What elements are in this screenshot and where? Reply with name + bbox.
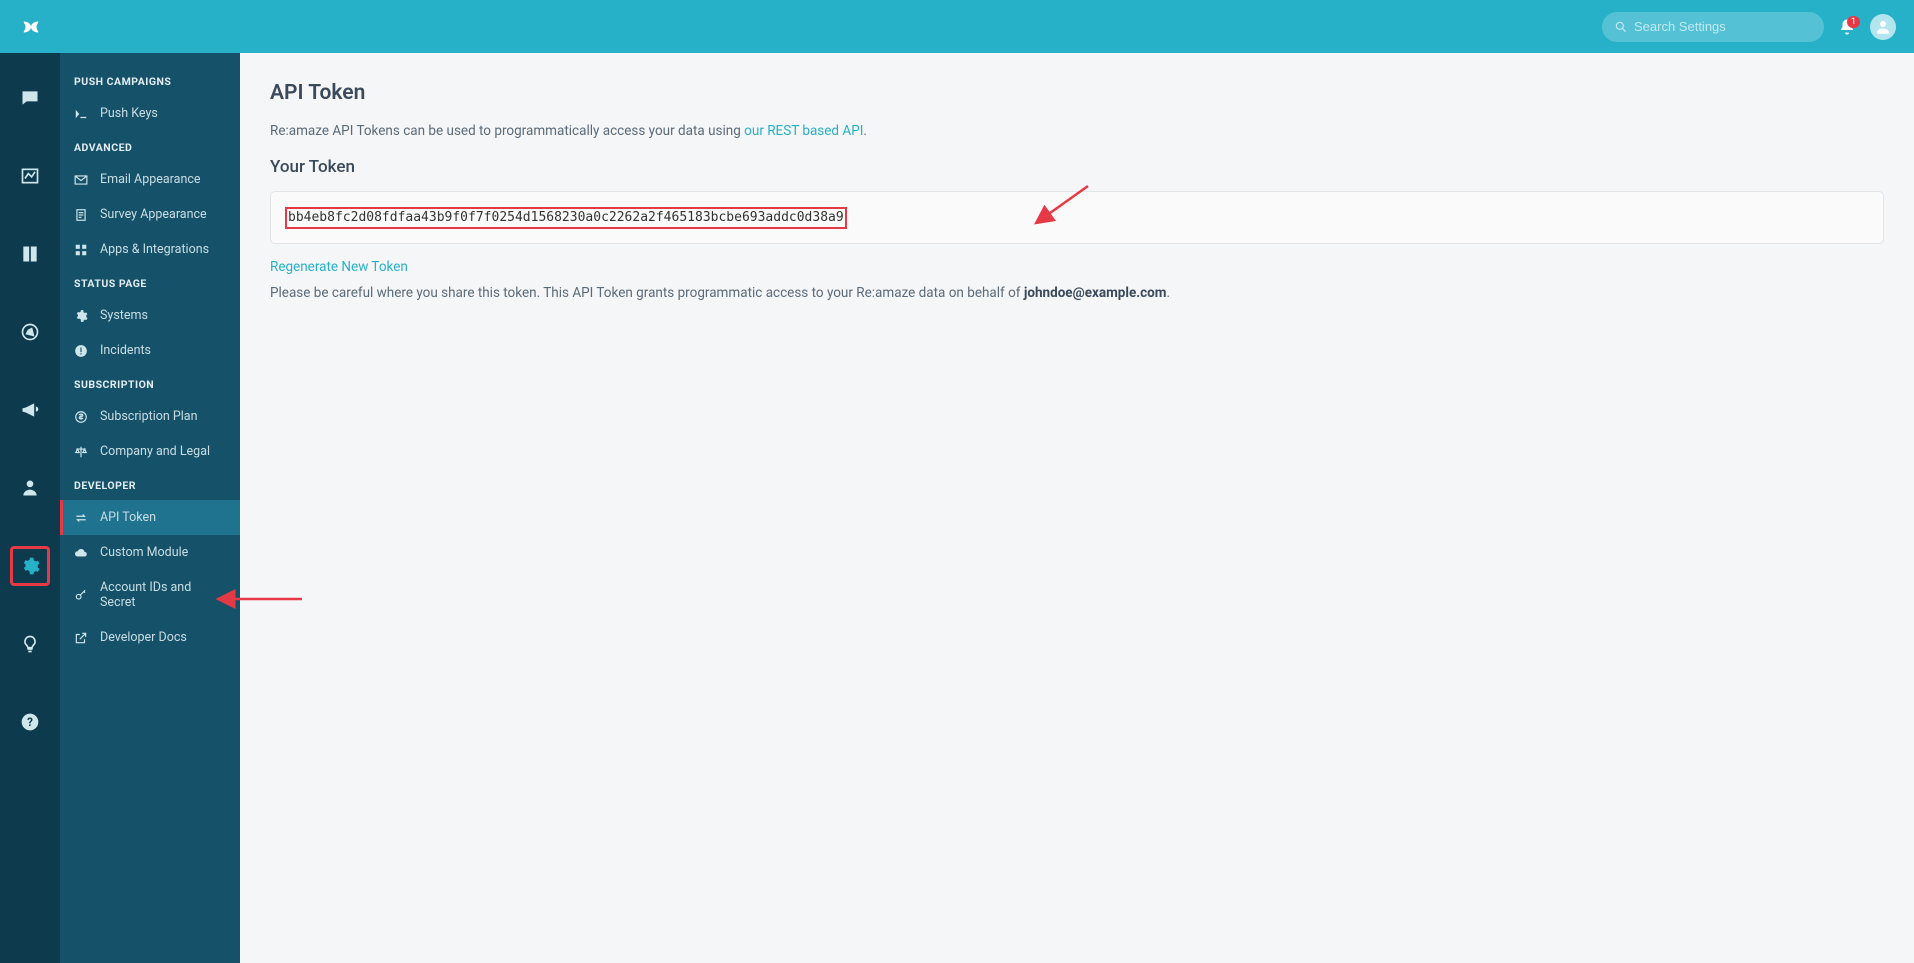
sidebar-item-label: Custom Module bbox=[100, 545, 188, 560]
token-box: bb4eb8fc2d08fdfaa43b9f0f7f0254d1568230a0… bbox=[270, 191, 1884, 244]
sidebar-item-label: Push Keys bbox=[100, 106, 158, 121]
user-email: johndoe@example.com bbox=[1024, 285, 1167, 301]
app-header: 1 bbox=[0, 0, 1914, 53]
sidebar-section-advanced: ADVANCED bbox=[60, 131, 240, 162]
search-icon bbox=[1614, 20, 1628, 34]
regenerate-token-link[interactable]: Regenerate New Token bbox=[270, 259, 408, 275]
external-link-icon bbox=[74, 631, 88, 645]
mail-icon bbox=[74, 173, 88, 187]
cloud-icon bbox=[74, 546, 88, 560]
notification-badge: 1 bbox=[1847, 16, 1860, 28]
grid-icon bbox=[74, 243, 88, 257]
main-content: API Token Re:amaze API Tokens can be use… bbox=[240, 53, 1914, 963]
logo-icon bbox=[20, 16, 42, 38]
rail-help[interactable]: ? bbox=[10, 702, 50, 742]
rail-analytics[interactable] bbox=[10, 156, 50, 196]
search-box[interactable] bbox=[1602, 12, 1824, 42]
sidebar-item-label: Survey Appearance bbox=[100, 207, 207, 222]
sidebar-item-label: API Token bbox=[100, 510, 156, 525]
search-input[interactable] bbox=[1634, 19, 1804, 34]
rail-chat[interactable] bbox=[10, 78, 50, 118]
sidebar-item-label: Incidents bbox=[100, 343, 151, 358]
nav-rail: ? bbox=[0, 53, 60, 963]
terminal-icon bbox=[74, 107, 88, 121]
sidebar-section-status: STATUS PAGE bbox=[60, 267, 240, 298]
sidebar-item-incidents[interactable]: Incidents bbox=[60, 333, 240, 368]
settings-sidebar: PUSH CAMPAIGNS Push Keys ADVANCED Email … bbox=[60, 53, 240, 963]
notifications-button[interactable]: 1 bbox=[1838, 18, 1856, 36]
page-title: API Token bbox=[270, 81, 1884, 105]
sidebar-item-apps-integrations[interactable]: Apps & Integrations bbox=[60, 232, 240, 267]
rail-users[interactable] bbox=[10, 468, 50, 508]
scale-icon bbox=[74, 445, 88, 459]
sidebar-item-label: Email Appearance bbox=[100, 172, 201, 187]
rail-browse[interactable] bbox=[10, 312, 50, 352]
sidebar-item-push-keys[interactable]: Push Keys bbox=[60, 96, 240, 131]
sidebar-item-company-legal[interactable]: Company and Legal bbox=[60, 434, 240, 469]
sidebar-item-subscription-plan[interactable]: Subscription Plan bbox=[60, 399, 240, 434]
sidebar-item-label: Developer Docs bbox=[100, 630, 187, 645]
sidebar-item-email-appearance[interactable]: Email Appearance bbox=[60, 162, 240, 197]
sidebar-section-developer: DEVELOPER bbox=[60, 469, 240, 500]
your-token-heading: Your Token bbox=[270, 157, 1884, 177]
sidebar-item-label: Systems bbox=[100, 308, 148, 323]
sidebar-section-subscription: SUBSCRIPTION bbox=[60, 368, 240, 399]
rail-tips[interactable] bbox=[10, 624, 50, 664]
api-docs-link[interactable]: our REST based API bbox=[744, 123, 863, 139]
sidebar-item-custom-module[interactable]: Custom Module bbox=[60, 535, 240, 570]
rail-knowledge[interactable] bbox=[10, 234, 50, 274]
svg-text:?: ? bbox=[27, 715, 33, 729]
token-warning: Please be careful where you share this t… bbox=[270, 285, 1884, 301]
sidebar-item-api-token[interactable]: API Token bbox=[60, 500, 240, 535]
page-description: Re:amaze API Tokens can be used to progr… bbox=[270, 123, 1884, 139]
sidebar-item-label: Apps & Integrations bbox=[100, 242, 209, 257]
alert-icon bbox=[74, 344, 88, 358]
sidebar-section-push: PUSH CAMPAIGNS bbox=[60, 65, 240, 96]
clipboard-icon bbox=[74, 208, 88, 222]
sidebar-item-systems[interactable]: Systems bbox=[60, 298, 240, 333]
sidebar-item-label: Company and Legal bbox=[100, 444, 210, 459]
sidebar-item-label: Account IDs and Secret bbox=[100, 580, 226, 610]
gear-icon bbox=[74, 309, 88, 323]
swap-icon bbox=[74, 511, 88, 525]
rail-campaigns[interactable] bbox=[10, 390, 50, 430]
dollar-icon bbox=[74, 410, 88, 424]
key-icon bbox=[74, 588, 88, 602]
sidebar-item-survey-appearance[interactable]: Survey Appearance bbox=[60, 197, 240, 232]
sidebar-item-account-ids[interactable]: Account IDs and Secret bbox=[60, 570, 240, 620]
token-value[interactable]: bb4eb8fc2d08fdfaa43b9f0f7f0254d1568230a0… bbox=[285, 207, 847, 229]
sidebar-item-developer-docs[interactable]: Developer Docs bbox=[60, 620, 240, 655]
rail-settings[interactable] bbox=[10, 546, 50, 586]
sidebar-item-label: Subscription Plan bbox=[100, 409, 198, 424]
avatar[interactable] bbox=[1870, 14, 1896, 40]
